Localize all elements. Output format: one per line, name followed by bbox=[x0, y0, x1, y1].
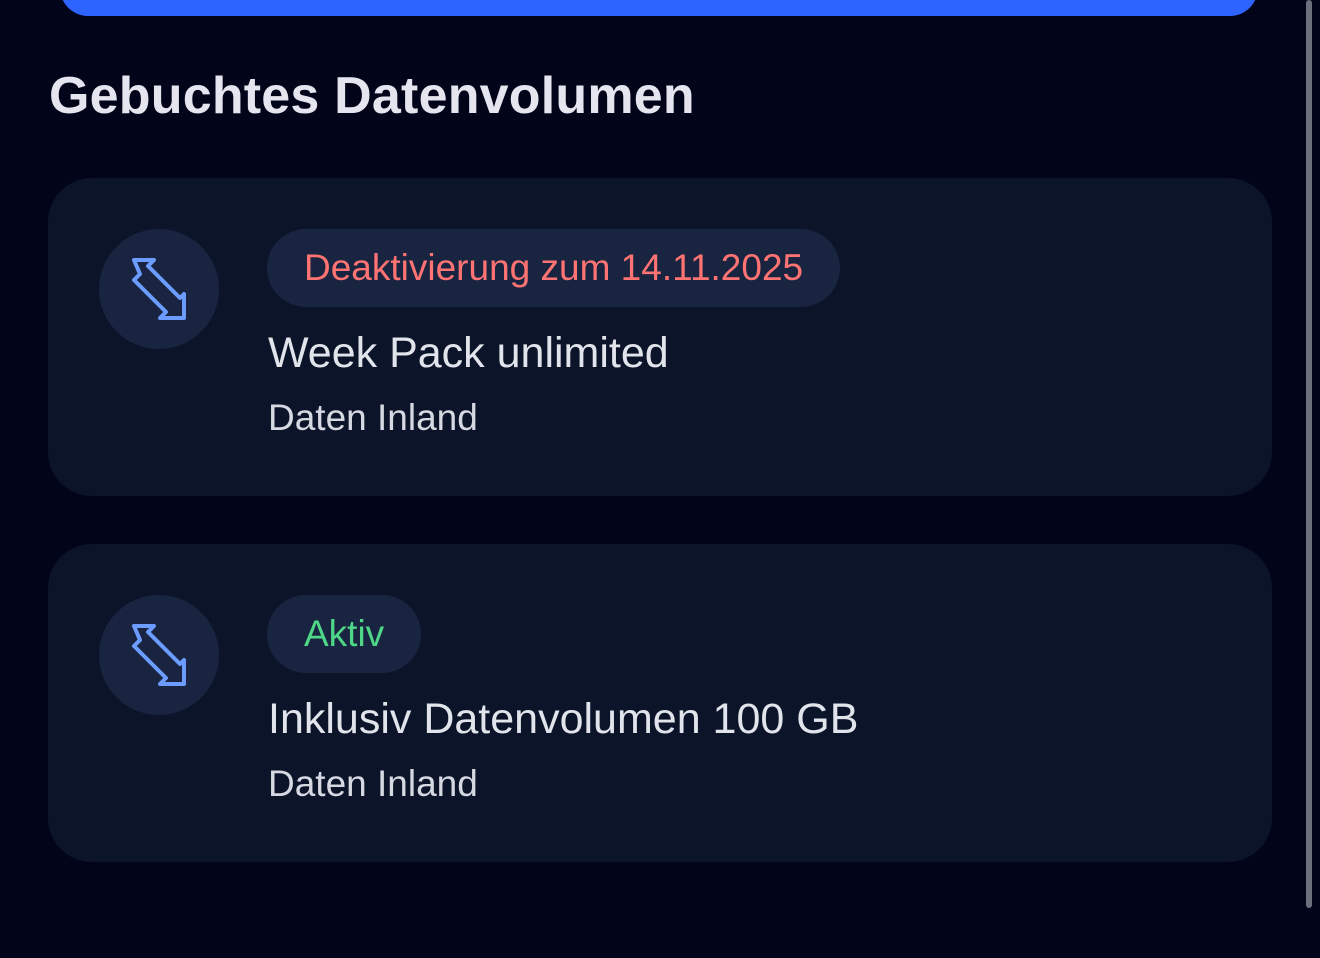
data-pack-card[interactable]: Aktiv Inklusiv Datenvolumen 100 GB Daten… bbox=[48, 544, 1272, 862]
pack-type: Daten Inland bbox=[268, 397, 478, 438]
status-badge: Deaktivierung zum 14.11.2025 bbox=[267, 229, 841, 307]
status-badge: Aktiv bbox=[267, 595, 422, 673]
data-pack-card[interactable]: Deaktivierung zum 14.11.2025 Week Pack u… bbox=[48, 178, 1272, 496]
primary-action-button[interactable] bbox=[60, 0, 1258, 16]
pack-name: Inklusiv Datenvolumen 100 GB bbox=[268, 695, 859, 743]
section-title: Gebuchtes Datenvolumen bbox=[49, 67, 695, 125]
data-transfer-icon bbox=[99, 229, 219, 349]
pack-name: Week Pack unlimited bbox=[268, 329, 669, 377]
data-transfer-icon bbox=[99, 595, 219, 715]
pack-type: Daten Inland bbox=[268, 763, 478, 804]
scrollbar[interactable] bbox=[1306, 0, 1312, 908]
